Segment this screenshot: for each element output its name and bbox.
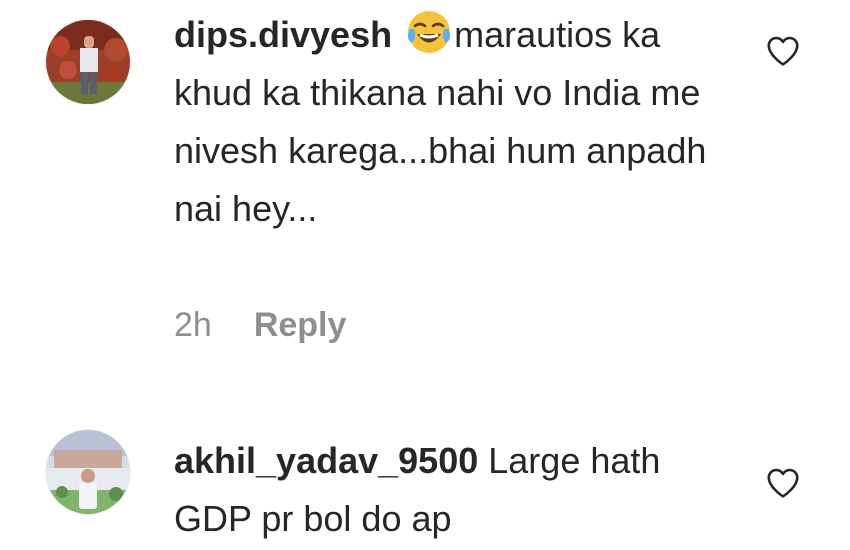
heart-outline-icon[interactable]	[764, 464, 802, 502]
face-with-tears-of-joy-icon	[406, 9, 452, 55]
comment-username[interactable]: dips.divyesh	[174, 14, 392, 55]
comment-text: akhil_yadav_9500 Large hath GDP pr bol d…	[174, 432, 734, 548]
heart-outline-icon[interactable]	[764, 32, 802, 70]
comment-item: akhil_yadav_9500 Large hath GDP pr bol d…	[0, 420, 850, 550]
comment-item: dips.divyesh marautios ka khud ka thikan…	[0, 0, 850, 360]
avatar-image	[46, 20, 130, 104]
comment-meta: 2h Reply	[174, 300, 346, 350]
comment-timestamp[interactable]: 2h	[174, 300, 212, 350]
reply-button[interactable]: Reply	[254, 300, 347, 350]
avatar[interactable]	[46, 430, 130, 514]
comment-username[interactable]: akhil_yadav_9500	[174, 440, 478, 481]
avatar[interactable]	[46, 20, 130, 104]
avatar-image	[46, 430, 130, 514]
comment-text: dips.divyesh marautios ka khud ka thikan…	[174, 6, 734, 238]
